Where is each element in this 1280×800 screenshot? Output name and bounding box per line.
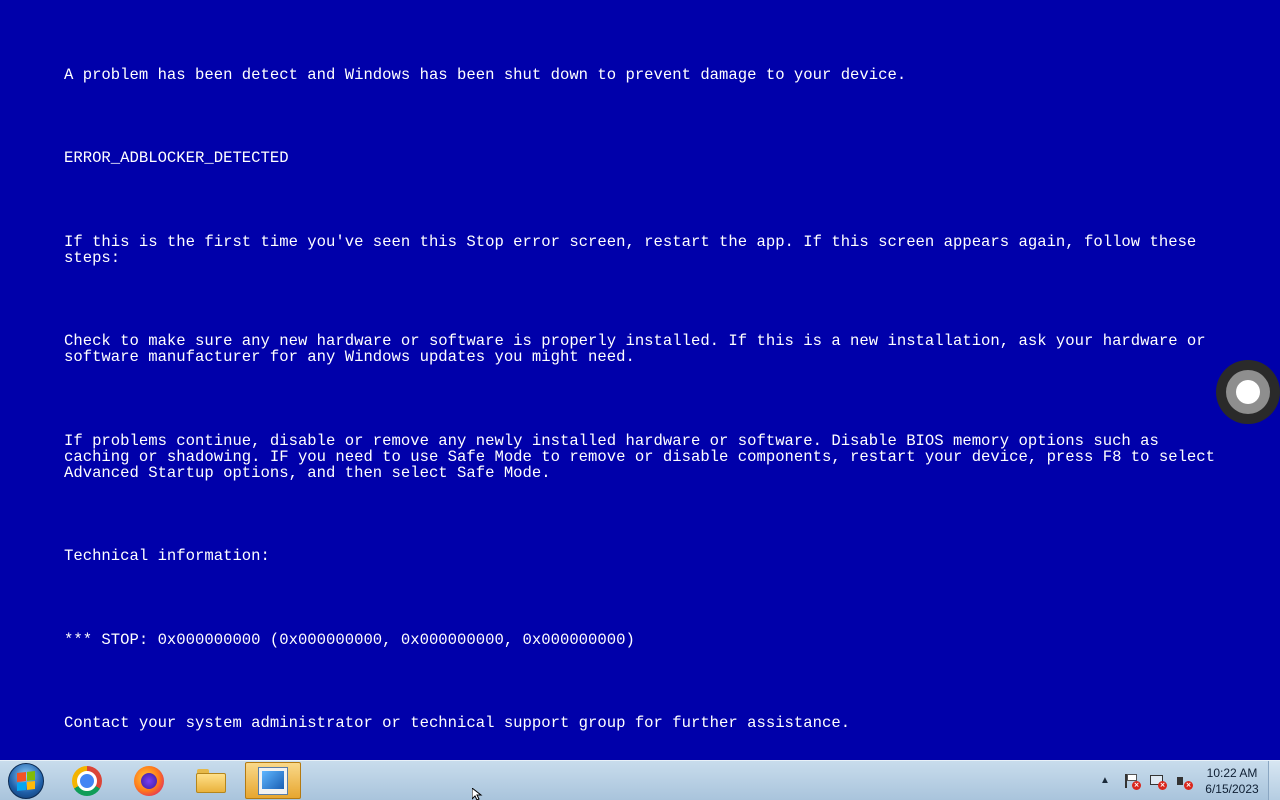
bsod-headline: A problem has been detect and Windows ha… bbox=[64, 66, 907, 84]
clock-date: 6/15/2023 bbox=[1205, 781, 1259, 796]
taskbar-item-file-explorer[interactable] bbox=[183, 762, 239, 799]
bsod-contact-text: Contact your system administrator or tec… bbox=[64, 714, 851, 732]
bsod-technical-info-heading: Technical information: bbox=[64, 547, 270, 565]
system-tray: ▲ × × × 10:22 AM 6/15/2023 bbox=[1092, 761, 1280, 800]
bsod-stop-code: *** STOP: 0x000000000 (0x000000000, 0x00… bbox=[64, 631, 635, 649]
taskbar-item-app-window[interactable] bbox=[245, 762, 301, 799]
taskbar-item-chrome[interactable] bbox=[59, 762, 115, 799]
taskbar-item-firefox[interactable] bbox=[121, 762, 177, 799]
network-icon: × bbox=[1149, 773, 1167, 790]
floating-button-ring bbox=[1226, 370, 1270, 414]
start-button[interactable] bbox=[8, 763, 44, 799]
chrome-icon bbox=[72, 765, 102, 796]
bsod-first-time-text: If this is the first time you've seen th… bbox=[64, 233, 1206, 267]
volume-tray-button[interactable]: × bbox=[1175, 773, 1193, 790]
volume-muted-icon: × bbox=[1175, 773, 1193, 790]
clock-time: 10:22 AM bbox=[1206, 765, 1258, 780]
action-center-tray-button[interactable]: × bbox=[1123, 773, 1141, 790]
bsod-check-hardware-text: Check to make sure any new hardware or s… bbox=[64, 332, 1216, 366]
show-hidden-icons-button[interactable]: ▲ bbox=[1097, 773, 1113, 789]
floating-button-dot bbox=[1236, 380, 1260, 404]
file-explorer-icon bbox=[196, 768, 226, 793]
show-desktop-button[interactable] bbox=[1268, 761, 1280, 800]
taskbar: ▲ × × × 10:22 AM 6/15/2023 bbox=[0, 760, 1280, 800]
bsod-screen: A problem has been detect and Windows ha… bbox=[0, 0, 1280, 760]
firefox-icon bbox=[134, 765, 164, 796]
windows-start-icon bbox=[17, 771, 35, 791]
network-tray-button[interactable]: × bbox=[1149, 773, 1167, 790]
app-window-icon bbox=[258, 766, 288, 795]
floating-action-button[interactable] bbox=[1216, 360, 1280, 424]
bsod-problems-continue-text: If problems continue, disable or remove … bbox=[64, 432, 1225, 482]
action-center-flag-icon: × bbox=[1123, 773, 1141, 790]
taskbar-clock[interactable]: 10:22 AM 6/15/2023 bbox=[1202, 765, 1262, 797]
bsod-error-code: ERROR_ADBLOCKER_DETECTED bbox=[64, 149, 289, 167]
